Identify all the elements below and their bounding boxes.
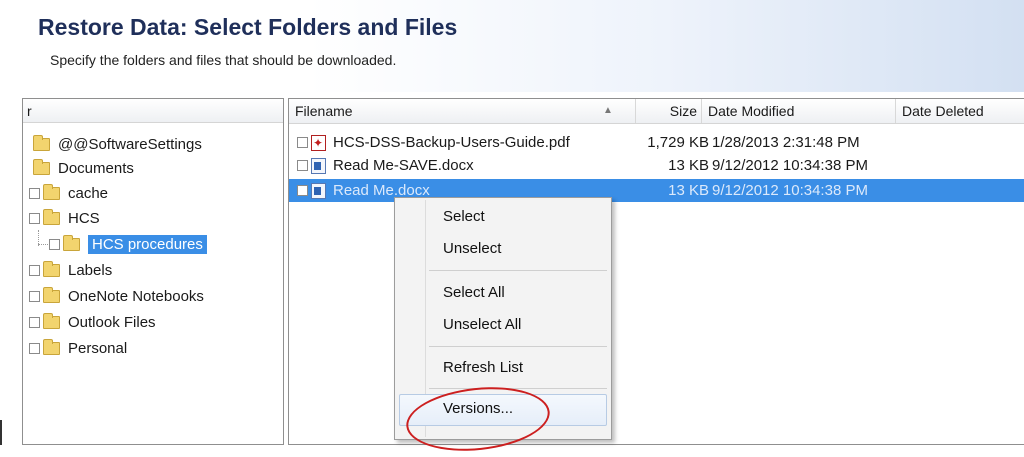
tree-item-label: Personal bbox=[68, 339, 128, 357]
tree-checkbox[interactable] bbox=[29, 342, 40, 354]
folder-icon bbox=[33, 134, 50, 151]
tree-checkbox[interactable] bbox=[29, 264, 40, 276]
folder-icon bbox=[63, 234, 80, 251]
column-filename-label: Filename bbox=[295, 103, 353, 119]
menu-separator bbox=[429, 270, 607, 271]
tree-checkbox[interactable] bbox=[29, 187, 40, 199]
file-name: HCS-DSS-Backup-Users-Guide.pdf bbox=[333, 134, 570, 151]
folder-icon bbox=[43, 260, 60, 277]
dialog-header: Restore Data: Select Folders and Files S… bbox=[0, 0, 1024, 92]
folder-icon bbox=[43, 208, 60, 225]
tree-item-softwaresettings[interactable]: @@SoftwareSettings bbox=[33, 133, 202, 155]
menu-item-refresh-list[interactable]: Refresh List bbox=[443, 359, 523, 376]
file-date-modified: 9/12/2012 10:34:38 PM bbox=[712, 182, 868, 199]
word-doc-icon bbox=[311, 182, 326, 199]
folder-icon bbox=[43, 286, 60, 303]
tree-item-outlook-files[interactable]: Outlook Files bbox=[29, 311, 156, 333]
file-date-modified: 9/12/2012 10:34:38 PM bbox=[712, 157, 868, 174]
menu-item-unselect[interactable]: Unselect bbox=[443, 240, 501, 257]
tree-item-label: HCS procedures bbox=[88, 234, 207, 254]
tree-item-label: HCS bbox=[68, 209, 100, 227]
folder-icon bbox=[43, 183, 60, 200]
folder-icon bbox=[43, 338, 60, 355]
file-name: Read Me-SAVE.docx bbox=[333, 157, 474, 174]
tree-item-hcs-procedures[interactable]: HCS procedures bbox=[49, 233, 207, 255]
file-checkbox[interactable] bbox=[297, 137, 308, 148]
tree-item-labels[interactable]: Labels bbox=[29, 259, 112, 281]
menu-item-select-all[interactable]: Select All bbox=[443, 284, 505, 301]
tree-item-label: Outlook Files bbox=[68, 313, 156, 331]
tree-item-label: Labels bbox=[68, 261, 113, 279]
tree-item-cache[interactable]: cache bbox=[29, 182, 108, 204]
file-checkbox[interactable] bbox=[297, 160, 308, 171]
file-date-modified: 1/28/2013 2:31:48 PM bbox=[712, 134, 860, 151]
column-filename[interactable]: Filename ▲ bbox=[289, 99, 636, 123]
tree-item-label: @@SoftwareSettings bbox=[58, 135, 202, 153]
file-size: 13 KB bbox=[668, 157, 709, 174]
tree-checkbox[interactable] bbox=[29, 290, 40, 302]
tree-item-personal[interactable]: Personal bbox=[29, 337, 127, 359]
tree-item-hcs[interactable]: HCS bbox=[29, 207, 100, 229]
tree-checkbox[interactable] bbox=[29, 212, 40, 224]
tree-connector-line bbox=[38, 244, 48, 246]
folder-tree-panel: r @@SoftwareSettings Documents cache HCS… bbox=[22, 98, 284, 445]
tree-item-label: Documents bbox=[58, 159, 134, 177]
file-row[interactable]: HCS-DSS-Backup-Users-Guide.pdf 1,729 KB … bbox=[289, 131, 1024, 155]
tree-checkbox[interactable] bbox=[29, 316, 40, 328]
column-date-deleted[interactable]: Date Deleted bbox=[896, 99, 1024, 123]
folder-icon bbox=[33, 158, 50, 175]
tree-item-documents[interactable]: Documents bbox=[33, 157, 134, 179]
file-size: 1,729 KB bbox=[647, 134, 709, 151]
page-subtitle: Specify the folders and files that shoul… bbox=[50, 52, 397, 68]
folder-icon bbox=[43, 312, 60, 329]
window-edge bbox=[0, 420, 2, 445]
menu-item-unselect-all[interactable]: Unselect All bbox=[443, 316, 521, 333]
file-size: 13 KB bbox=[668, 182, 709, 199]
tree-item-label: cache bbox=[68, 184, 109, 202]
word-doc-icon bbox=[311, 157, 326, 174]
sort-arrow-icon: ▲ bbox=[603, 105, 613, 116]
pdf-icon bbox=[311, 132, 326, 155]
tree-item-onenote-notebooks[interactable]: OneNote Notebooks bbox=[29, 285, 204, 307]
tree-checkbox[interactable] bbox=[49, 238, 60, 250]
file-checkbox[interactable] bbox=[297, 185, 308, 196]
column-date-modified[interactable]: Date Modified bbox=[702, 99, 896, 123]
menu-separator bbox=[429, 346, 607, 347]
tree-item-label: OneNote Notebooks bbox=[68, 287, 204, 305]
folder-tree-header[interactable]: r bbox=[23, 99, 283, 123]
menu-item-select[interactable]: Select bbox=[443, 208, 485, 225]
page-title: Restore Data: Select Folders and Files bbox=[38, 14, 458, 40]
file-list-header: Filename ▲ Size Date Modified Date Delet… bbox=[289, 99, 1024, 124]
column-size[interactable]: Size bbox=[636, 99, 702, 123]
file-row[interactable]: Read Me-SAVE.docx 13 KB 9/12/2012 10:34:… bbox=[289, 154, 1024, 177]
